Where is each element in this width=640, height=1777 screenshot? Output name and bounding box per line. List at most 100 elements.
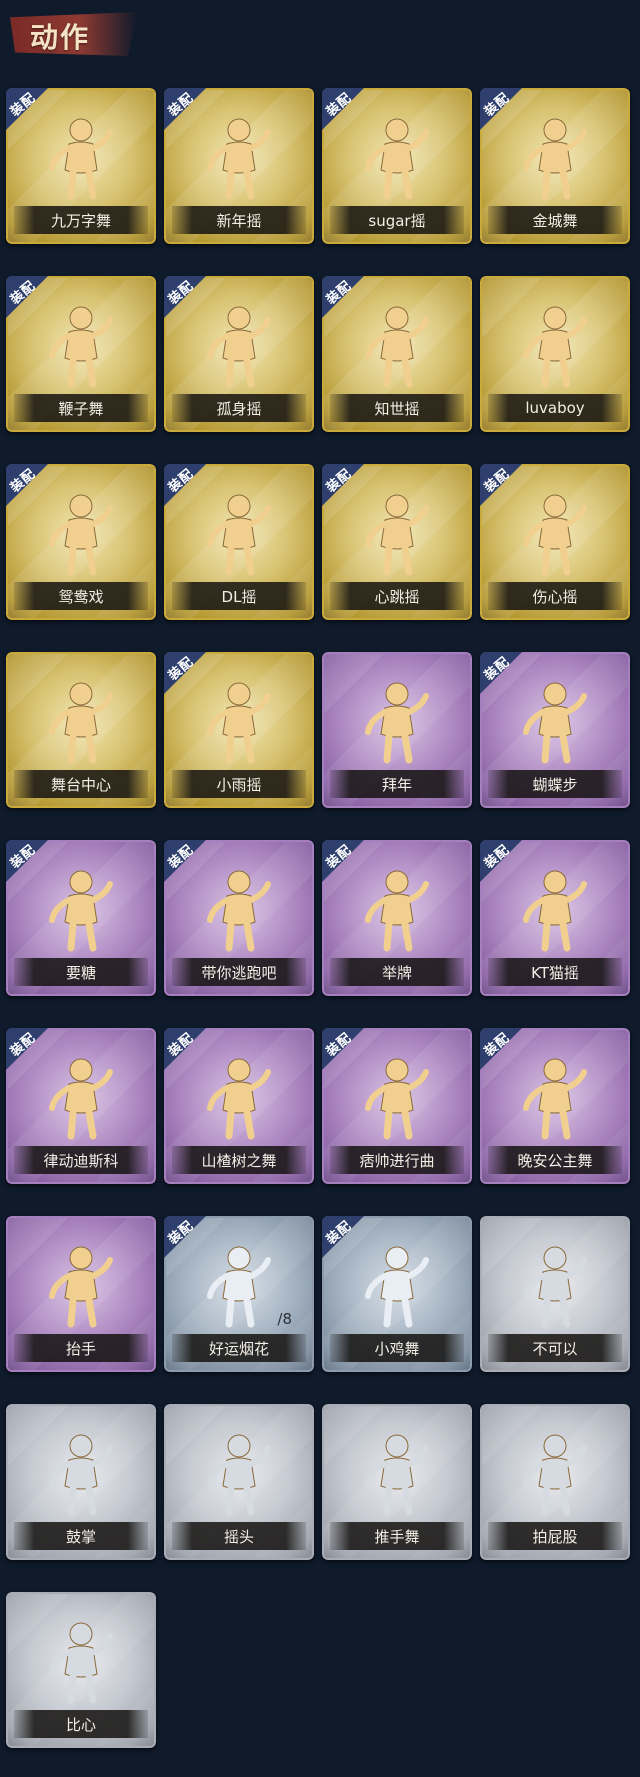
action-card[interactable]: 抬手 <box>6 1216 156 1372</box>
card-label-bar: 孤身摇 <box>172 394 306 422</box>
action-name: 金城舞 <box>532 211 578 230</box>
action-name: 拍屁股 <box>532 1527 578 1546</box>
action-card[interactable]: 舞台中心 <box>6 652 156 808</box>
action-name: 好运烟花 <box>208 1339 269 1358</box>
card-label-bar: 不可以 <box>488 1334 622 1362</box>
action-card[interactable]: 装配 金城舞 <box>480 88 630 244</box>
action-card[interactable]: 装配 小鸡舞 <box>322 1216 472 1372</box>
action-card[interactable]: 摇头 <box>164 1404 314 1560</box>
action-card[interactable]: 装配 新年摇 <box>164 88 314 244</box>
action-name: 山楂树之舞 <box>201 1151 277 1170</box>
action-name: 抬手 <box>65 1339 96 1358</box>
card-label-bar: 小鸡舞 <box>330 1334 464 1362</box>
card-label-bar: 好运烟花 <box>172 1334 306 1362</box>
action-name: 举牌 <box>381 963 412 982</box>
card-label-bar: 金城舞 <box>488 206 622 234</box>
card-label-bar: 鼓掌 <box>14 1522 148 1550</box>
action-card[interactable]: 拜年 <box>322 652 472 808</box>
card-label-bar: sugar摇 <box>330 206 464 234</box>
dance-figure-icon <box>207 1434 271 1516</box>
action-name: 推手舞 <box>374 1527 420 1546</box>
action-name: 伤心摇 <box>532 587 578 606</box>
action-name: 律动迪斯科 <box>43 1151 119 1170</box>
action-name: 小鸡舞 <box>374 1339 420 1358</box>
card-label-bar: 心跳摇 <box>330 582 464 610</box>
card-label-bar: 晚安公主舞 <box>488 1146 622 1174</box>
card-label-bar: 带你逃跑吧 <box>172 958 306 986</box>
item-count: /8 <box>277 1310 292 1328</box>
card-label-bar: 知世摇 <box>330 394 464 422</box>
card-label-bar: 新年摇 <box>172 206 306 234</box>
card-label-bar: 摇头 <box>172 1522 306 1550</box>
action-card[interactable]: 比心 <box>6 1592 156 1748</box>
action-name: 鸳鸯戏 <box>58 587 104 606</box>
card-label-bar: KT猫摇 <box>488 958 622 986</box>
card-label-bar: 举牌 <box>330 958 464 986</box>
action-name: luvaboy <box>525 399 585 417</box>
action-name: 鼓掌 <box>65 1527 96 1546</box>
action-card[interactable]: 装配/8 好运烟花 <box>164 1216 314 1372</box>
action-name: 九万字舞 <box>50 211 111 230</box>
dance-figure-icon <box>365 682 429 764</box>
action-card[interactable]: 装配 KT猫摇 <box>480 840 630 996</box>
card-label-bar: 拍屁股 <box>488 1522 622 1550</box>
dance-figure-icon <box>523 306 587 388</box>
action-card[interactable]: 装配 DL摇 <box>164 464 314 620</box>
card-label-bar: 鞭子舞 <box>14 394 148 422</box>
card-label-bar: 鸳鸯戏 <box>14 582 148 610</box>
card-label-bar: luvaboy <box>488 394 622 422</box>
action-card[interactable]: 装配 鞭子舞 <box>6 276 156 432</box>
action-name: 拜年 <box>381 775 412 794</box>
card-label-bar: 痞帅进行曲 <box>330 1146 464 1174</box>
action-card[interactable]: 装配 心跳摇 <box>322 464 472 620</box>
action-name: DL摇 <box>221 587 257 606</box>
action-name: 比心 <box>65 1715 96 1734</box>
card-label-bar: 比心 <box>14 1710 148 1738</box>
action-card[interactable]: 装配 sugar摇 <box>322 88 472 244</box>
action-name: 孤身摇 <box>216 399 262 418</box>
action-card[interactable]: 装配 知世摇 <box>322 276 472 432</box>
action-name: 痞帅进行曲 <box>359 1151 435 1170</box>
action-card[interactable]: 装配 蝴蝶步 <box>480 652 630 808</box>
card-label-bar: 山楂树之舞 <box>172 1146 306 1174</box>
action-card[interactable]: 鼓掌 <box>6 1404 156 1560</box>
dance-figure-icon <box>49 1434 113 1516</box>
action-card[interactable]: 装配 伤心摇 <box>480 464 630 620</box>
action-name: 要糖 <box>65 963 96 982</box>
action-card[interactable]: 推手舞 <box>322 1404 472 1560</box>
card-label-bar: 小雨摇 <box>172 770 306 798</box>
action-name: 新年摇 <box>216 211 262 230</box>
action-card[interactable]: 不可以 <box>480 1216 630 1372</box>
dance-figure-icon <box>365 1434 429 1516</box>
card-label-bar: 伤心摇 <box>488 582 622 610</box>
card-label-bar: 要糖 <box>14 958 148 986</box>
dance-figure-icon <box>49 1622 113 1704</box>
action-name: 知世摇 <box>374 399 420 418</box>
card-label-bar: 舞台中心 <box>14 770 148 798</box>
card-label-bar: 九万字舞 <box>14 206 148 234</box>
action-card[interactable]: 装配 晚安公主舞 <box>480 1028 630 1184</box>
action-card[interactable]: 装配 痞帅进行曲 <box>322 1028 472 1184</box>
action-card[interactable]: 拍屁股 <box>480 1404 630 1560</box>
action-card[interactable]: 装配 孤身摇 <box>164 276 314 432</box>
action-card[interactable]: 装配 九万字舞 <box>6 88 156 244</box>
action-card[interactable]: 装配 山楂树之舞 <box>164 1028 314 1184</box>
card-label-bar: 蝴蝶步 <box>488 770 622 798</box>
dance-figure-icon <box>49 1246 113 1328</box>
action-name: KT猫摇 <box>531 963 579 982</box>
action-name: 摇头 <box>223 1527 254 1546</box>
action-name: 不可以 <box>532 1339 578 1358</box>
card-label-bar: 抬手 <box>14 1334 148 1362</box>
action-card[interactable]: luvaboy <box>480 276 630 432</box>
card-label-bar: 律动迪斯科 <box>14 1146 148 1174</box>
action-card[interactable]: 装配 要糖 <box>6 840 156 996</box>
action-name: 鞭子舞 <box>58 399 104 418</box>
action-name: 舞台中心 <box>50 775 111 794</box>
action-name: 小雨摇 <box>216 775 262 794</box>
action-card[interactable]: 装配 带你逃跑吧 <box>164 840 314 996</box>
action-card[interactable]: 装配 律动迪斯科 <box>6 1028 156 1184</box>
action-name: 带你逃跑吧 <box>201 963 277 982</box>
action-card[interactable]: 装配 举牌 <box>322 840 472 996</box>
action-card[interactable]: 装配 小雨摇 <box>164 652 314 808</box>
action-card[interactable]: 装配 鸳鸯戏 <box>6 464 156 620</box>
